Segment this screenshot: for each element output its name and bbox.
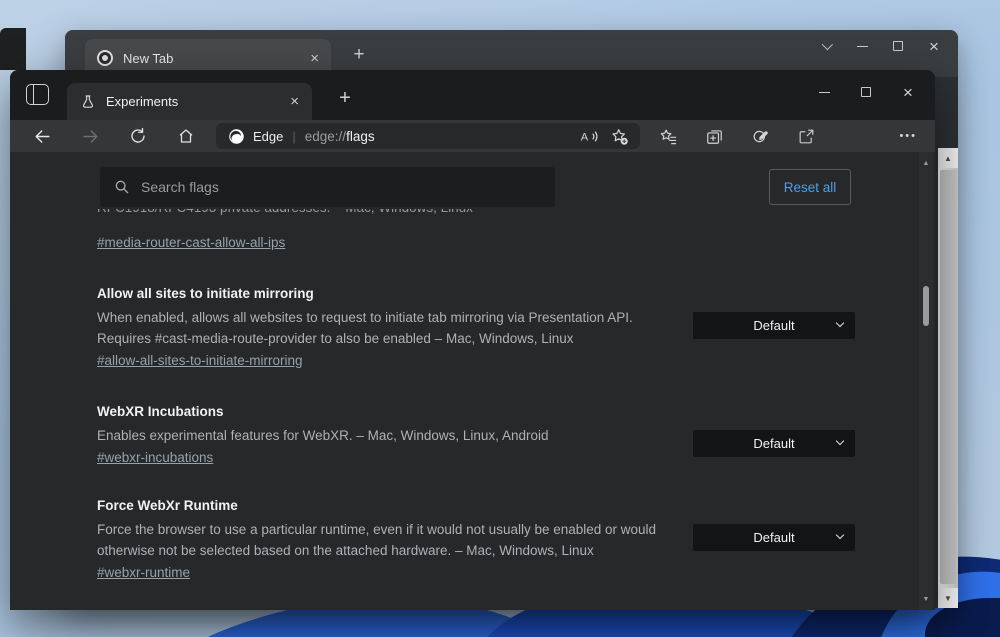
chevron-down-icon: [836, 319, 844, 327]
refresh-icon: [129, 127, 147, 145]
settings-menu-button[interactable]: •••: [899, 130, 917, 142]
close-tab-icon[interactable]: ×: [310, 51, 319, 66]
share-icon: [797, 127, 816, 146]
arrow-left-icon: [33, 127, 52, 146]
url-scheme: edge://: [305, 129, 346, 144]
flag-text: Force WebXr Runtime Force the browser to…: [97, 498, 673, 582]
flags-page: Search flags Reset all RFC1918/RFC4193 p…: [10, 152, 935, 610]
chevron-down-icon: [836, 437, 844, 445]
edge-browser-window: Experiments × + × Edge |: [10, 70, 935, 610]
browser-toolbar: Edge | edge:// flags A: [10, 120, 935, 152]
home-button[interactable]: [174, 124, 198, 148]
flag-title: Force WebXr Runtime: [97, 498, 673, 513]
window-fragment: [0, 28, 26, 70]
chevron-down-icon: [836, 531, 844, 539]
flag-title: WebXR Incubations: [97, 404, 673, 419]
flag-row: WebXR Incubations Enables experimental f…: [97, 404, 855, 467]
read-aloud-button[interactable]: A: [578, 125, 600, 147]
favorites-icon: [659, 127, 678, 146]
reset-all-button[interactable]: Reset all: [769, 169, 851, 205]
scroll-down-icon[interactable]: ▼: [938, 588, 958, 608]
flag-text: Allow all sites to initiate mirroring Wh…: [97, 286, 673, 370]
add-favorite-button[interactable]: [608, 125, 630, 147]
tab-strip: Experiments × + ×: [10, 70, 935, 120]
close-icon: ×: [903, 84, 913, 101]
close-icon: ×: [929, 38, 939, 55]
maximize-button[interactable]: [845, 76, 887, 108]
flag-row: Allow all sites to initiate mirroring Wh…: [97, 286, 855, 370]
close-tab-icon[interactable]: ×: [290, 94, 299, 109]
close-window-button[interactable]: ×: [887, 76, 929, 108]
flag-permalink[interactable]: #webxr-runtime: [97, 565, 190, 580]
address-bar[interactable]: Edge | edge:// flags A: [216, 123, 640, 149]
background-window-controls: ×: [808, 30, 952, 62]
flask-icon: [80, 94, 96, 110]
web-capture-icon: [751, 127, 770, 146]
background-page-scrollbar[interactable]: ▲ ▼: [938, 148, 958, 608]
scrollbar-thumb[interactable]: [940, 170, 956, 584]
maximize-button[interactable]: [880, 31, 916, 61]
flag-description: Enables experimental features for WebXR.…: [97, 425, 669, 446]
scroll-up-icon[interactable]: ▲: [938, 148, 958, 168]
flag-text: WebXR Incubations Enables experimental f…: [97, 404, 673, 467]
scroll-down-icon[interactable]: ▼: [919, 592, 933, 606]
minimize-icon: [857, 46, 868, 47]
tab-actions-menu-button[interactable]: [808, 31, 844, 61]
svg-text:A: A: [580, 131, 588, 143]
workspaces-icon[interactable]: [26, 84, 49, 105]
flag-description: Force the browser to use a particular ru…: [97, 519, 669, 561]
maximize-icon: [861, 87, 871, 97]
new-tab-button[interactable]: +: [332, 87, 358, 111]
minimize-button[interactable]: [844, 31, 880, 61]
search-icon: [114, 179, 130, 195]
star-plus-icon: [610, 127, 629, 146]
flag-permalink[interactable]: #webxr-incubations: [97, 450, 213, 465]
search-input[interactable]: Search flags: [100, 167, 555, 207]
scroll-up-icon[interactable]: ▲: [919, 156, 933, 170]
clipped-flag-description: RFC1918/RFC4193 private addresses. – Mac…: [97, 209, 855, 221]
collections-button[interactable]: [702, 124, 726, 148]
flag-value-dropdown[interactable]: Default: [693, 430, 855, 457]
web-capture-button[interactable]: [748, 124, 772, 148]
new-tab-button[interactable]: +: [346, 44, 372, 68]
refresh-button[interactable]: [126, 124, 150, 148]
collections-icon: [705, 127, 724, 146]
edge-logo-icon: [228, 128, 245, 145]
home-icon: [177, 127, 195, 145]
window-controls: ×: [803, 76, 929, 108]
flags-list: RFC1918/RFC4193 private addresses. – Mac…: [10, 209, 855, 582]
flag-description: When enabled, allows all websites to req…: [97, 307, 669, 349]
search-row: Search flags Reset all: [10, 152, 935, 207]
background-tab-title: New Tab: [123, 51, 310, 66]
minimize-icon: [819, 92, 830, 93]
flag-control: Default: [693, 312, 855, 370]
forward-button[interactable]: [78, 124, 102, 148]
arrow-right-icon: [81, 127, 100, 146]
new-tab-favicon-icon: [97, 50, 113, 66]
flag-control: Default: [693, 430, 855, 467]
flag-value-dropdown[interactable]: Default: [693, 524, 855, 551]
minimize-button[interactable]: [803, 76, 845, 108]
maximize-icon: [893, 41, 903, 51]
flag-title: Allow all sites to initiate mirroring: [97, 286, 673, 301]
close-window-button[interactable]: ×: [916, 31, 952, 61]
search-placeholder: Search flags: [141, 179, 219, 195]
scrollbar-thumb[interactable]: [923, 286, 929, 326]
site-brand-label: Edge: [253, 129, 283, 144]
tab-title: Experiments: [106, 94, 290, 109]
url-path: flags: [346, 129, 375, 144]
read-aloud-icon: A: [580, 127, 599, 146]
page-scrollbar[interactable]: ▲ ▼: [919, 152, 933, 610]
flag-permalink[interactable]: #media-router-cast-allow-all-ips: [97, 235, 285, 250]
flag-permalink[interactable]: #allow-all-sites-to-initiate-mirroring: [97, 353, 303, 368]
share-button[interactable]: [794, 124, 818, 148]
flag-row: Force WebXr Runtime Force the browser to…: [97, 498, 855, 582]
chevron-down-icon: [822, 39, 833, 50]
tab-experiments[interactable]: Experiments ×: [67, 83, 312, 120]
flag-value-dropdown[interactable]: Default: [693, 312, 855, 339]
flag-control: Default: [693, 524, 855, 582]
back-button[interactable]: [30, 124, 54, 148]
address-separator: |: [292, 129, 295, 144]
favorites-button[interactable]: [656, 124, 680, 148]
